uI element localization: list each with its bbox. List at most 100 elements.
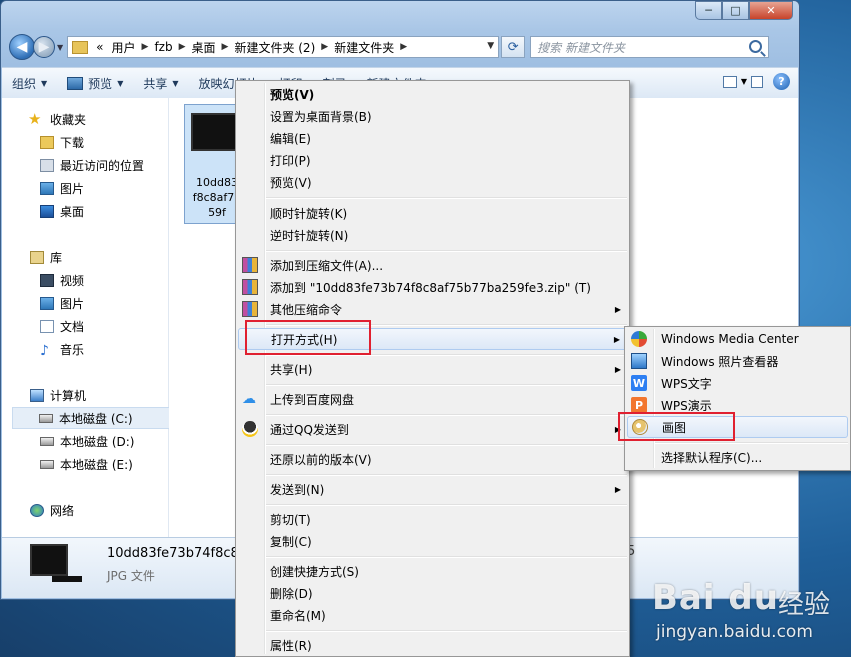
menu-label: 设置为桌面背景(B) xyxy=(270,109,372,124)
nav-favorites[interactable]: ★ 收藏夹 xyxy=(28,108,86,130)
menu-separator xyxy=(266,630,627,632)
menu-item-create-shortcut[interactable]: 创建快捷方式(S) xyxy=(238,560,627,582)
preview-label: 预览 xyxy=(88,76,113,91)
menu-item-set-wallpaper[interactable]: 设置为桌面背景(B) xyxy=(238,105,627,127)
breadcrumb-overflow[interactable]: « xyxy=(92,40,107,54)
nav-libraries[interactable]: 库 xyxy=(30,246,62,268)
menu-item-rotate-ccw[interactable]: 逆时针旋转(N) xyxy=(238,224,627,246)
history-dropdown-icon[interactable]: ▼ xyxy=(57,43,63,52)
address-dropdown-icon[interactable]: ▼ xyxy=(487,41,494,51)
nav-label: 下载 xyxy=(60,135,85,150)
preview-pane-icon[interactable] xyxy=(751,75,763,88)
nav-label: 计算机 xyxy=(50,388,87,403)
menu-item-delete[interactable]: 删除(D) xyxy=(238,582,627,604)
chevron-right-icon[interactable]: ▶ xyxy=(319,42,330,52)
watermark-url: jingyan.baidu.com xyxy=(656,622,813,642)
refresh-button[interactable]: ⟳ xyxy=(501,36,526,58)
search-icon[interactable] xyxy=(749,40,763,53)
menu-item-copy[interactable]: 复制(C) xyxy=(238,530,627,552)
nav-downloads[interactable]: 下载 xyxy=(40,131,84,153)
nav-pictures-lib[interactable]: 图片 xyxy=(40,292,84,314)
menu-label: 发送到(N) xyxy=(270,482,325,497)
view-options-icon[interactable] xyxy=(722,75,737,88)
menu-item-rotate-cw[interactable]: 顺时针旋转(K) xyxy=(238,202,627,224)
close-button[interactable]: ✕ xyxy=(749,1,793,20)
watermark-brand: Bai du xyxy=(652,578,779,618)
nav-recent-places[interactable]: 最近访问的位置 xyxy=(40,154,144,176)
breadcrumb-item[interactable]: 桌面 xyxy=(188,39,220,56)
menu-item-send-to[interactable]: 发送到(N) ▶ xyxy=(238,478,627,500)
chevron-right-icon[interactable]: ▶ xyxy=(177,42,188,52)
chevron-right-icon[interactable]: ▶ xyxy=(220,42,231,52)
chevron-right-icon[interactable]: ▶ xyxy=(140,42,151,52)
help-icon[interactable]: ? xyxy=(773,73,790,90)
breadcrumb-item[interactable]: 新建文件夹 xyxy=(330,39,398,56)
menu-item-add-zip[interactable]: 添加到 "10dd83fe73b74f8c8af75b77ba259fe3.zi… xyxy=(238,276,627,298)
wps-writer-icon: W xyxy=(631,375,647,391)
menu-item-preview[interactable]: 预览(V) xyxy=(238,171,627,193)
menu-label: WPS文字 xyxy=(661,376,712,391)
address-bar[interactable]: « 用户 ▶ fzb ▶ 桌面 ▶ 新建文件夹 (2) ▶ 新建文件夹 ▶ ▼ xyxy=(67,36,500,58)
back-button[interactable]: ◀ xyxy=(9,34,35,60)
menu-item-properties[interactable]: 属性(R) xyxy=(238,634,627,656)
nav-pictures-fav[interactable]: 图片 xyxy=(40,177,84,199)
menu-separator xyxy=(266,414,627,416)
nav-music[interactable]: ♪ 音乐 xyxy=(40,338,84,360)
detail-file-type: JPG 文件 xyxy=(107,569,155,583)
forward-button[interactable]: ▶ xyxy=(33,36,55,58)
share-menu[interactable]: 共享 ▼ xyxy=(133,75,188,92)
navigation-pane: ★ 收藏夹 下载 最近访问的位置 图片 桌面 库 视频 图片 文档 ♪ 音乐 计算机… xyxy=(2,98,176,537)
nav-documents[interactable]: 文档 xyxy=(40,315,84,337)
videos-icon xyxy=(40,273,54,287)
menu-label: 共享(H) xyxy=(270,362,313,377)
menu-item-qq-send[interactable]: 通过QQ发送到 ▶ xyxy=(238,418,627,440)
menu-item-restore-versions[interactable]: 还原以前的版本(V) xyxy=(238,448,627,470)
nav-label: 图片 xyxy=(60,296,85,311)
chevron-right-icon[interactable]: ▶ xyxy=(398,42,409,52)
winrar-icon xyxy=(242,257,258,273)
submenu-arrow-icon: ▶ xyxy=(613,334,620,344)
star-icon: ★ xyxy=(28,110,42,128)
breadcrumb-item[interactable]: fzb xyxy=(150,40,176,54)
open-with-wps-writer[interactable]: W WPS文字 xyxy=(627,372,848,394)
breadcrumb-item[interactable]: 新建文件夹 (2) xyxy=(230,39,319,56)
nav-videos[interactable]: 视频 xyxy=(40,269,84,291)
menu-item-preview-default[interactable]: 预览(V) xyxy=(238,83,627,105)
nav-desktop[interactable]: 桌面 xyxy=(40,200,84,222)
minimize-button[interactable]: ─ xyxy=(695,1,722,20)
menu-item-print[interactable]: 打印(P) xyxy=(238,149,627,171)
menu-item-baidu-upload[interactable]: ☁ 上传到百度网盘 xyxy=(238,388,627,410)
menu-separator xyxy=(266,197,627,199)
menu-item-add-archive[interactable]: 添加到压缩文件(A)... xyxy=(238,254,627,276)
nav-drive-e[interactable]: 本地磁盘 (E:) xyxy=(40,453,133,475)
nav-label: 最近访问的位置 xyxy=(60,158,145,173)
breadcrumb-item[interactable]: 用户 xyxy=(108,39,140,56)
menu-item-share[interactable]: 共享(H) ▶ xyxy=(238,358,627,380)
nav-drive-d[interactable]: 本地磁盘 (D:) xyxy=(40,430,134,452)
preview-menu[interactable]: 预览 ▼ xyxy=(57,75,133,92)
address-row: ◀ ▶ ▼ « 用户 ▶ fzb ▶ 桌面 ▶ 新建文件夹 (2) ▶ 新建文件… xyxy=(9,33,791,61)
menu-item-edit[interactable]: 编辑(E) xyxy=(238,127,627,149)
open-with-photo-viewer[interactable]: Windows 照片查看器 xyxy=(627,350,848,372)
share-label: 共享 xyxy=(143,76,168,91)
menu-item-rename[interactable]: 重命名(M) xyxy=(238,604,627,626)
chevron-down-icon[interactable]: ▼ xyxy=(741,77,747,86)
nav-label: 音乐 xyxy=(60,342,85,357)
chevron-down-icon: ▼ xyxy=(117,78,124,88)
maximize-button[interactable]: □ xyxy=(722,1,749,20)
menu-item-other-compress[interactable]: 其他压缩命令 ▶ xyxy=(238,298,627,320)
drive-icon xyxy=(40,436,54,446)
menu-label: 其他压缩命令 xyxy=(270,302,343,317)
nav-drive-c[interactable]: 本地磁盘 (C:) xyxy=(12,407,176,429)
nav-computer[interactable]: 计算机 xyxy=(30,384,86,406)
menu-label: 创建快捷方式(S) xyxy=(270,564,359,579)
computer-icon xyxy=(30,388,44,402)
open-with-wmc[interactable]: Windows Media Center xyxy=(627,328,848,350)
organize-menu[interactable]: 组织 ▼ xyxy=(2,75,57,92)
search-input[interactable]: 搜索 新建文件夹 xyxy=(530,36,770,58)
menu-item-cut[interactable]: 剪切(T) xyxy=(238,508,627,530)
caption-buttons: ─ □ ✕ xyxy=(695,1,793,20)
monitor-image-icon xyxy=(191,113,241,151)
nav-network[interactable]: 网络 xyxy=(30,499,74,521)
open-with-choose-default[interactable]: 选择默认程序(C)... xyxy=(627,446,848,468)
